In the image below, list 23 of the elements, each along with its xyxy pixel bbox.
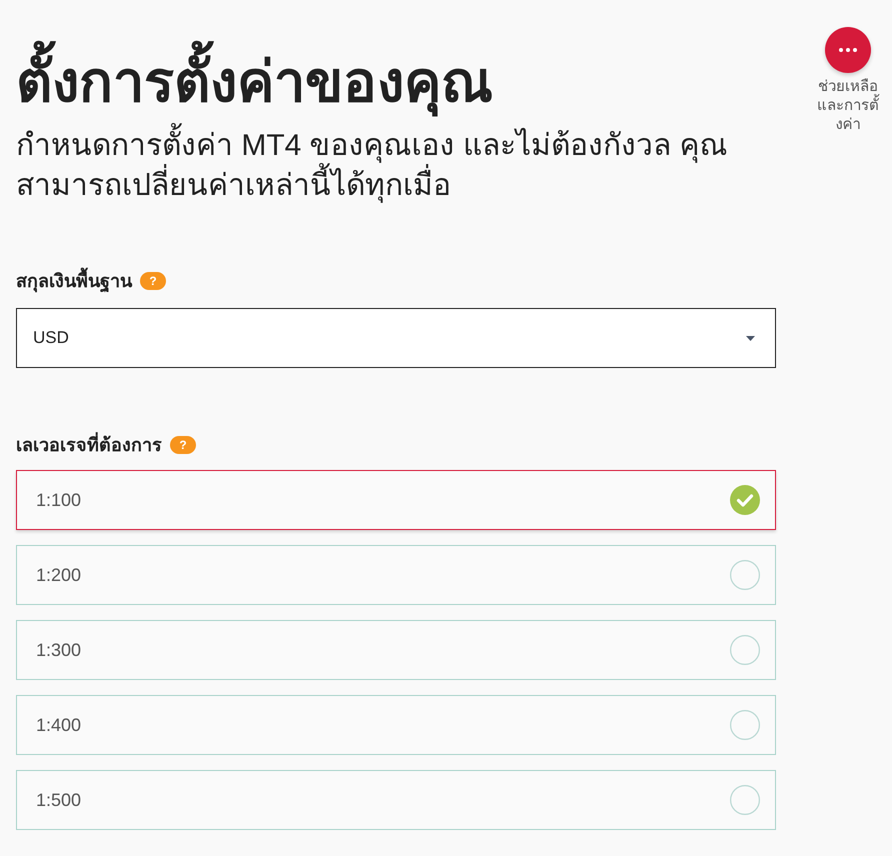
check-circle-icon (730, 485, 760, 515)
option-label: 1:200 (36, 564, 82, 586)
leverage-option[interactable]: 1:100 (16, 470, 776, 530)
option-label: 1:300 (36, 638, 82, 662)
caret-icon (746, 336, 755, 340)
radio-circle-icon (730, 710, 760, 740)
field-label: สกุลเงินพื้นฐาน (16, 268, 132, 294)
field-label: เลเวอเรจที่ต้องการ (16, 432, 162, 458)
option-label: 1:400 (36, 714, 82, 736)
leverage-option[interactable]: 1:200 (16, 545, 776, 605)
radio-circle-icon (730, 560, 760, 590)
help-label: ช่วยเหลือและการตั้งค่า (816, 77, 880, 134)
radio-circle-icon (730, 785, 760, 815)
more-icon (839, 48, 857, 52)
more-button[interactable] (825, 27, 871, 73)
leverage-option[interactable]: 1:500 (16, 770, 776, 830)
option-label: 1:500 (36, 788, 82, 812)
select-value: USD (33, 327, 69, 350)
leverage-option[interactable]: 1:300 (16, 620, 776, 680)
radio-circle-icon (730, 635, 760, 665)
option-label: 1:100 (36, 488, 82, 512)
leverage-option[interactable]: 1:400 (16, 695, 776, 755)
currency-select[interactable]: USD (16, 308, 776, 368)
